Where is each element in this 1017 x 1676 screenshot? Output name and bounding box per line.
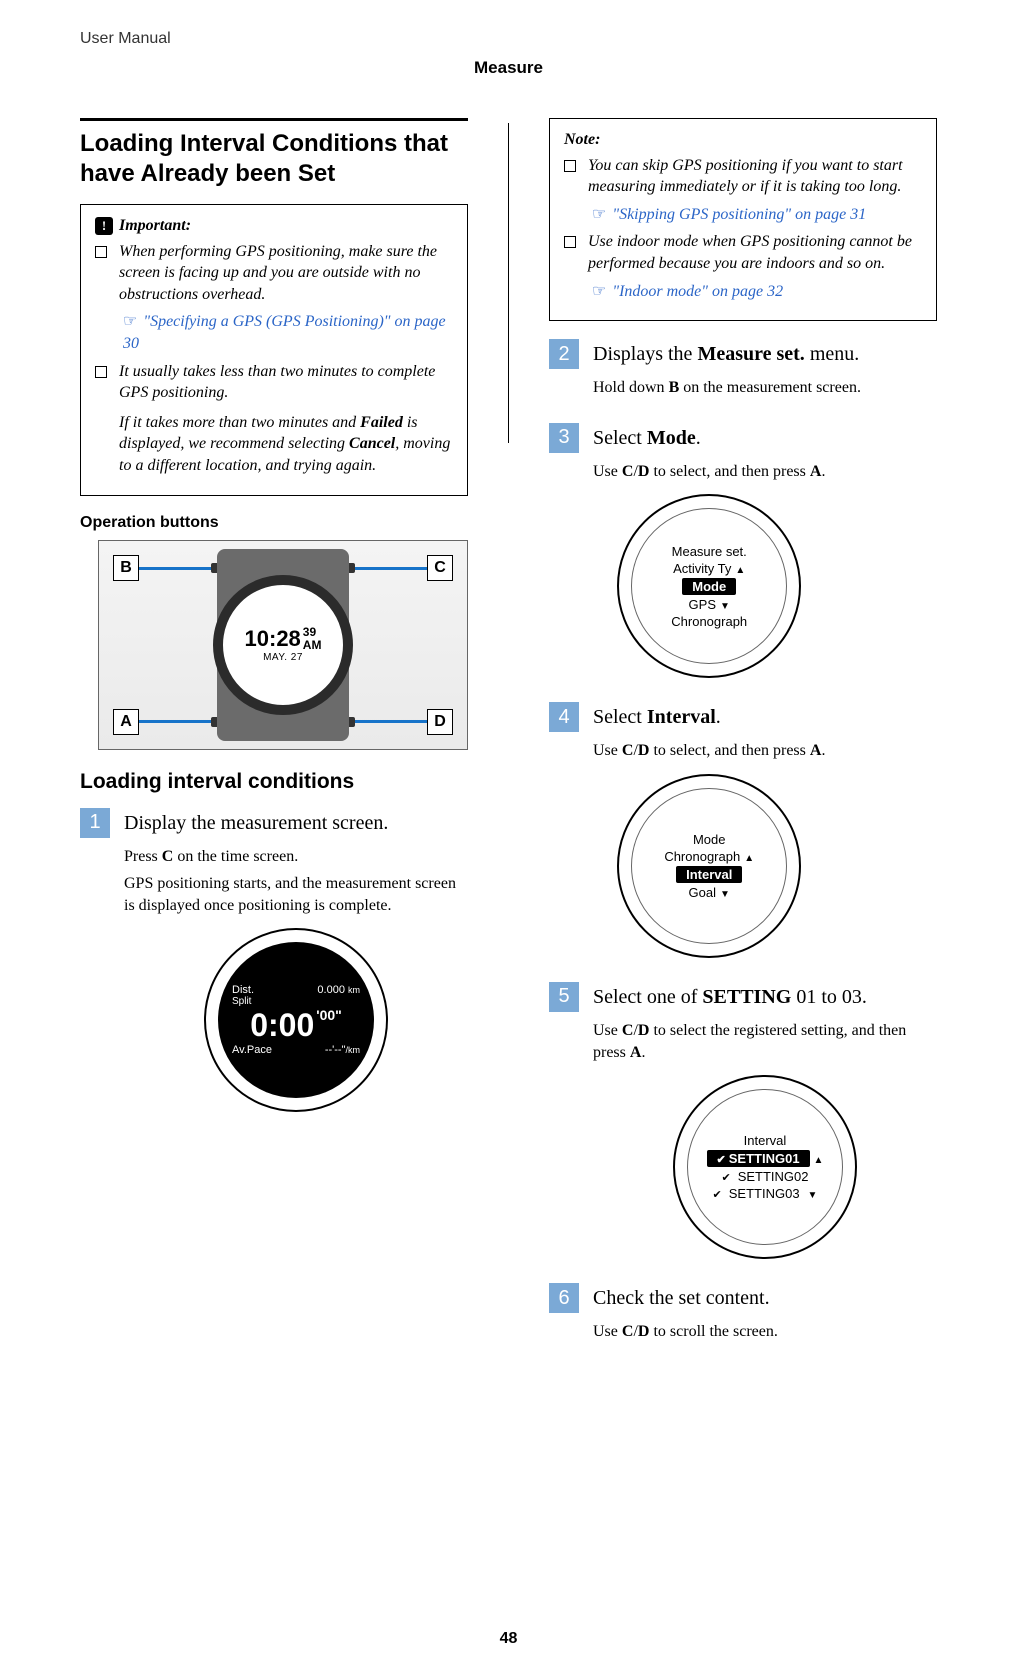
note-callout: Note: You can skip GPS positioning if yo… — [549, 118, 937, 321]
important-item-2: It usually takes less than two minutes t… — [119, 363, 435, 402]
measurement-screen-figure: Dist.0.000 km Split 0:00'00" Av.Pace--'-… — [204, 928, 388, 1112]
step-6-title: Check the set content. — [593, 1285, 778, 1311]
step-number-5: 5 — [549, 982, 579, 1012]
step-number-2: 2 — [549, 339, 579, 369]
button-label-b: B — [113, 555, 139, 581]
step-number-6: 6 — [549, 1283, 579, 1313]
step-number-1: 1 — [80, 808, 110, 838]
link-skip-gps[interactable]: ☞"Skipping GPS positioning" on page 31 — [592, 204, 922, 226]
important-item-1: When performing GPS positioning, make su… — [119, 241, 453, 306]
button-label-a: A — [113, 709, 139, 735]
column-divider — [508, 123, 509, 443]
link-indoor-mode[interactable]: ☞"Indoor mode" on page 32 — [592, 281, 922, 303]
step-4-title: Select Interval. — [593, 704, 825, 730]
step-5-figure: Interval SETTING01 SETTING02 SETTING03 — [673, 1075, 857, 1259]
important-callout: ! Important: When performing GPS positio… — [80, 204, 468, 496]
step-4-figure: Mode Chronograph Interval Goal — [617, 774, 801, 958]
step-5-title: Select one of SETTING 01 to 03. — [593, 984, 937, 1010]
button-label-c: C — [427, 555, 453, 581]
note-item-1: You can skip GPS positioning if you want… — [588, 155, 922, 198]
step-2-title: Displays the Measure set. menu. — [593, 341, 861, 367]
step-2: 2 Displays the Measure set. menu. Hold d… — [549, 339, 937, 405]
watch-time: 10:28 — [245, 626, 301, 652]
document-header: User Manual — [80, 30, 937, 48]
step-1: 1 Display the measurement screen. Press … — [80, 808, 468, 1119]
step-1-title: Display the measurement screen. — [124, 810, 468, 836]
step-6: 6 Check the set content. Use C/D to scro… — [549, 1283, 937, 1349]
step-3-figure: Measure set. Activity Ty Mode GPS Chrono… — [617, 494, 801, 678]
step-5-p: Use C/D to select the registered setting… — [593, 1020, 937, 1063]
section-header: Measure — [80, 58, 937, 78]
note-label: Note: — [564, 129, 600, 151]
step-number-3: 3 — [549, 423, 579, 453]
hand-pointer-icon: ☞ — [123, 311, 137, 333]
step-3: 3 Select Mode. Use C/D to select, and th… — [549, 423, 937, 685]
step-2-p: Hold down B on the measurement screen. — [593, 377, 861, 399]
hand-pointer-icon: ☞ — [592, 204, 606, 226]
watch-date: MAY. 27 — [263, 652, 303, 663]
important-icon: ! — [95, 217, 113, 235]
bullet-icon — [95, 366, 107, 378]
button-label-d: D — [427, 709, 453, 735]
subsection-heading: Loading interval conditions — [80, 770, 468, 794]
page-number: 48 — [0, 1630, 1017, 1648]
operation-buttons-heading: Operation buttons — [80, 514, 468, 532]
bullet-icon — [564, 160, 576, 172]
step-3-p: Use C/D to select, and then press A. — [593, 461, 825, 483]
note-item-2: Use indoor mode when GPS positioning can… — [588, 231, 922, 274]
important-label: Important: — [119, 215, 191, 237]
bullet-icon — [95, 246, 107, 258]
link-gps-spec[interactable]: ☞"Specifying a GPS (GPS Positioning)" on… — [123, 311, 453, 354]
page-title: Loading Interval Conditions that have Al… — [80, 118, 468, 189]
step-1-p2: GPS positioning starts, and the measurem… — [124, 873, 468, 916]
hand-pointer-icon: ☞ — [592, 281, 606, 303]
step-3-title: Select Mode. — [593, 425, 825, 451]
step-number-4: 4 — [549, 702, 579, 732]
step-4: 4 Select Interval. Use C/D to select, an… — [549, 702, 937, 964]
bullet-icon — [564, 236, 576, 248]
step-5: 5 Select one of SETTING 01 to 03. Use C/… — [549, 982, 937, 1265]
step-1-p1: Press C on the time screen. — [124, 846, 468, 868]
important-followup: If it takes more than two minutes and Fa… — [119, 412, 453, 477]
step-6-p: Use C/D to scroll the screen. — [593, 1321, 778, 1343]
operation-buttons-figure: B C A D 10:28 39AM MAY. 27 — [98, 540, 468, 750]
step-4-p: Use C/D to select, and then press A. — [593, 740, 825, 762]
